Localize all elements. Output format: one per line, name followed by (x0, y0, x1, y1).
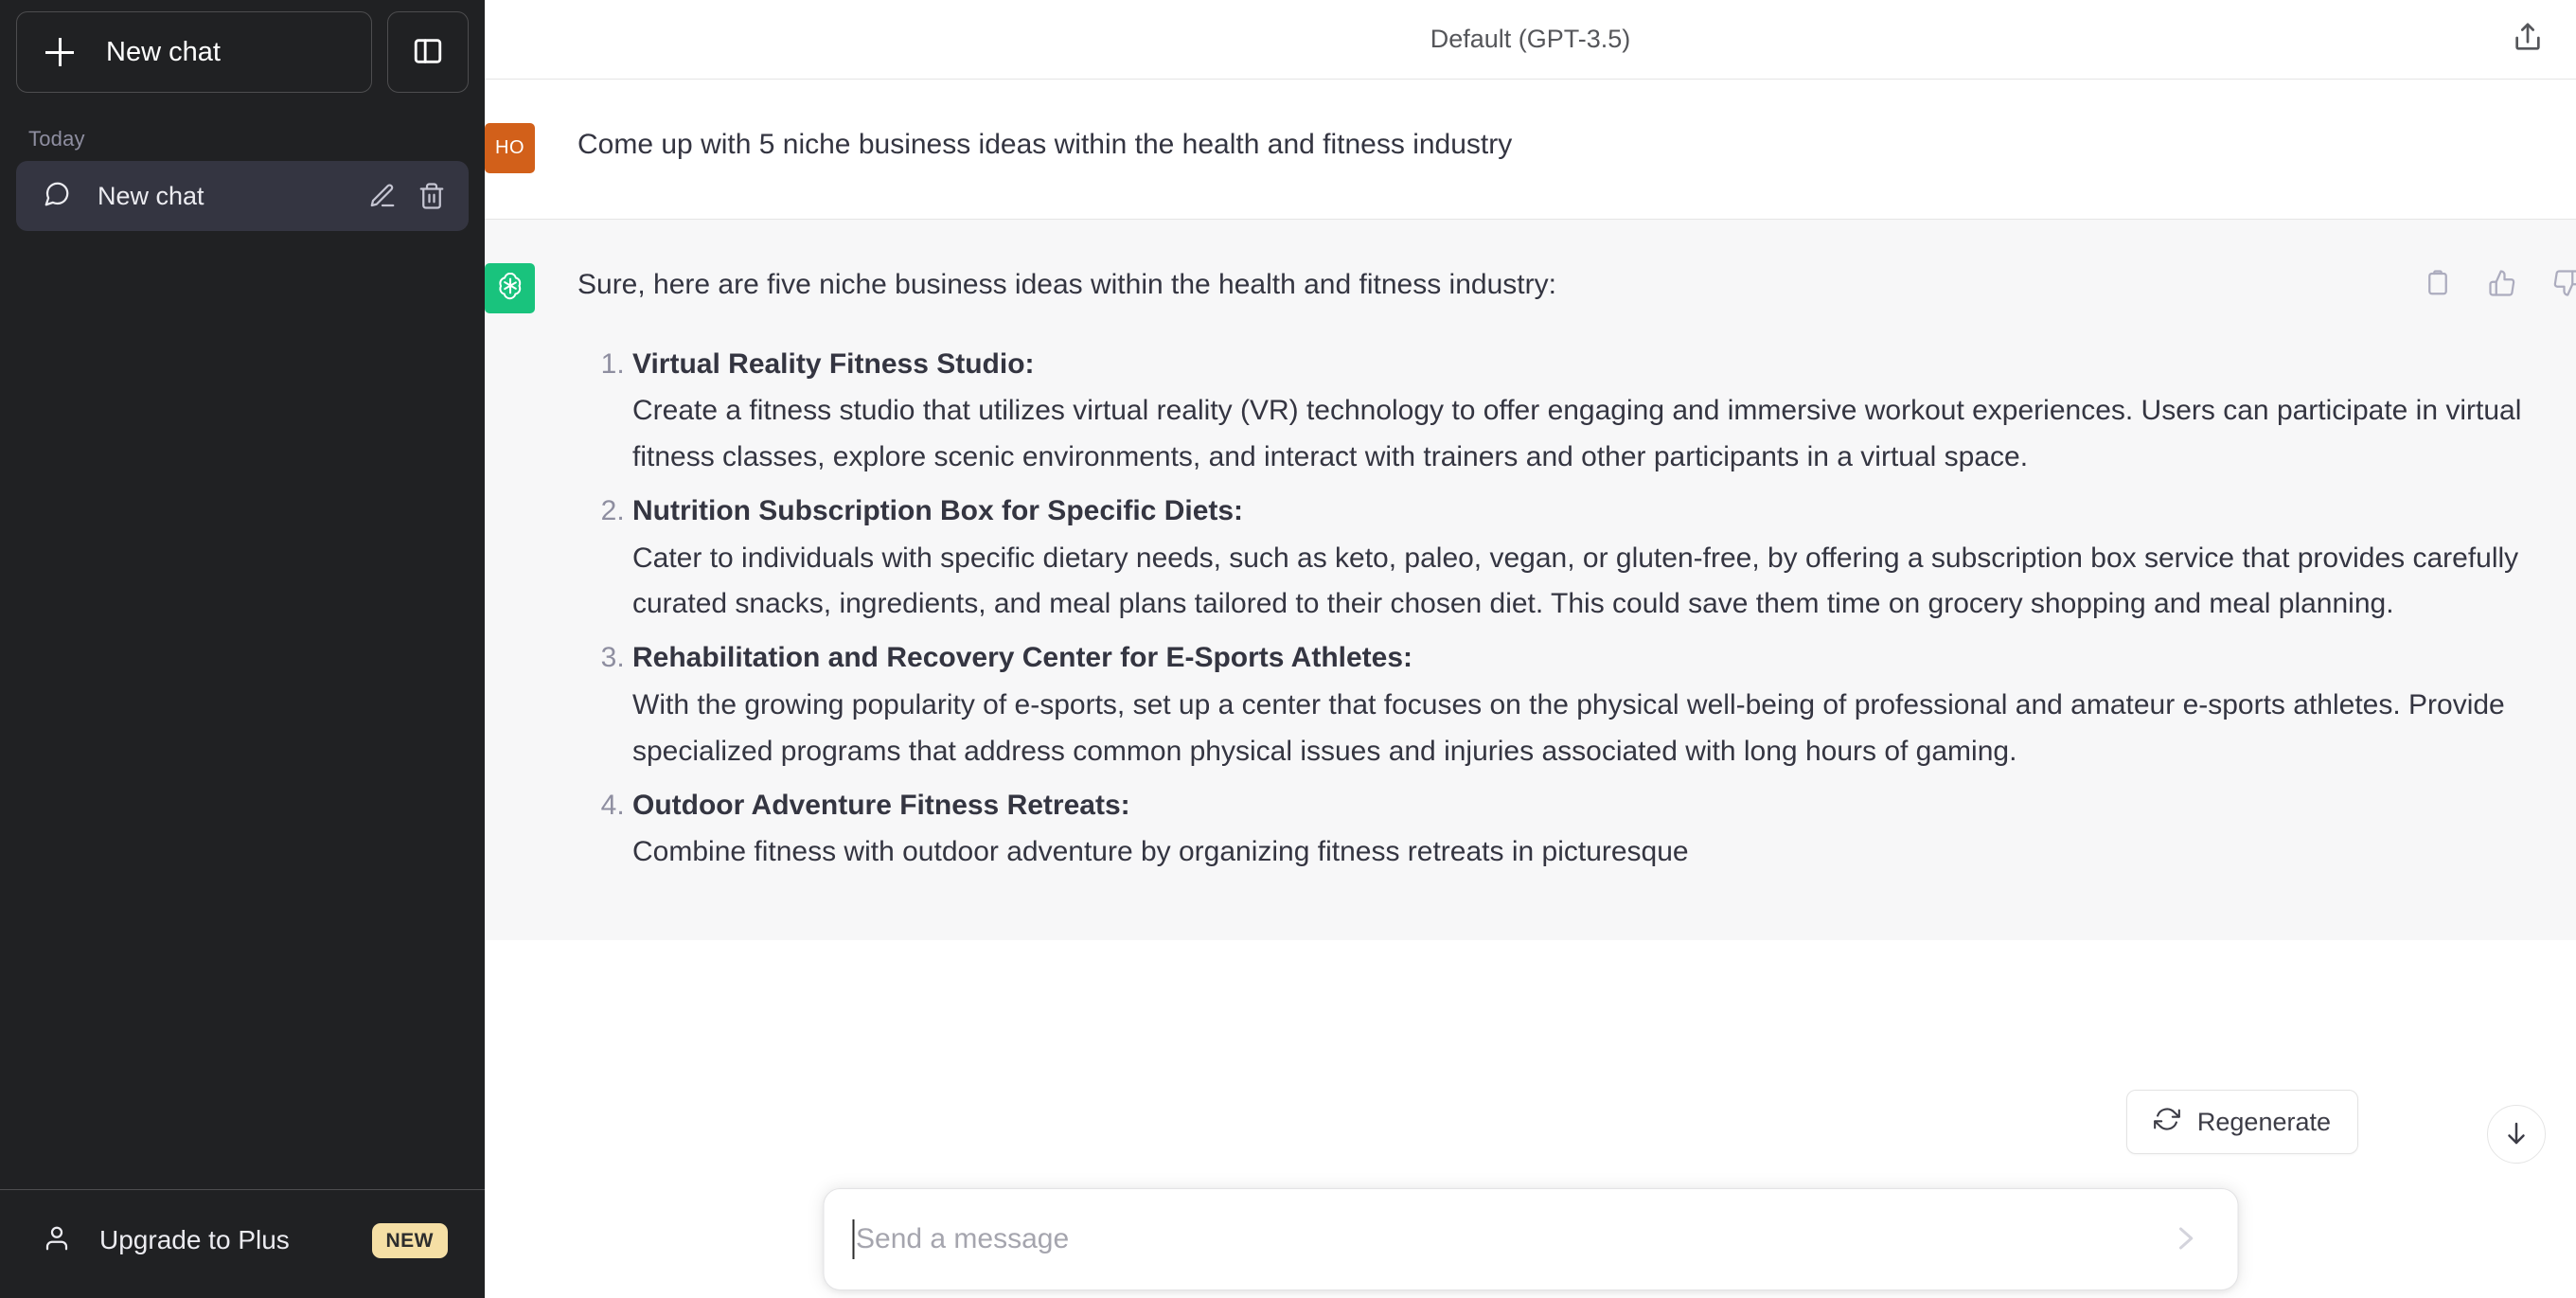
regenerate-label: Regenerate (2197, 1108, 2331, 1137)
avatar-user: HO (485, 123, 535, 173)
thumbs-down-button[interactable] (2548, 265, 2576, 303)
sidebar: New chat Today New chat (0, 0, 485, 1298)
list-item: Outdoor Adventure Fitness Retreats: Comb… (632, 783, 2576, 876)
message-row-user: HO Come up with 5 niche business ideas w… (485, 80, 2576, 220)
message-inner: Sure, here are five niche business ideas… (485, 220, 2576, 940)
idea-title: Outdoor Adventure Fitness Retreats: (632, 783, 2576, 827)
list-item: Nutrition Subscription Box for Specific … (632, 489, 2576, 628)
chat-item-actions (368, 182, 446, 210)
chat-list-item-active[interactable]: New chat (16, 161, 469, 231)
edit-chat-button[interactable] (368, 182, 397, 210)
idea-description: With the growing popularity of e-sports,… (632, 683, 2576, 775)
toggle-sidebar-button[interactable] (387, 11, 469, 93)
idea-title: Rehabilitation and Recovery Center for E… (632, 635, 2576, 680)
message-action-buttons (2419, 265, 2576, 303)
message-input[interactable] (856, 1213, 2171, 1266)
list-item: Virtual Reality Fitness Studio: Create a… (632, 342, 2576, 481)
list-item: Rehabilitation and Recovery Center for E… (632, 635, 2576, 774)
message-body-assistant: Sure, here are five niche business ideas… (577, 263, 2576, 883)
message-composer[interactable] (823, 1188, 2238, 1290)
sidebar-panel-icon (412, 35, 444, 70)
idea-description: Create a fitness studio that utilizes vi… (632, 388, 2576, 481)
top-bar: Default (GPT-3.5) (485, 0, 2576, 80)
send-arrow-icon (2171, 1224, 2199, 1255)
model-title: Default (GPT-3.5) (1430, 25, 1631, 54)
share-button[interactable] (2500, 12, 2555, 67)
idea-description: Combine fitness with outdoor adventure b… (632, 829, 2576, 876)
chatgpt-app: New chat Today New chat (0, 0, 2576, 1298)
regenerate-button[interactable]: Regenerate (2126, 1090, 2358, 1154)
ideas-list: Virtual Reality Fitness Studio: Create a… (577, 342, 2576, 876)
avatar-assistant (485, 263, 535, 313)
message-row-assistant: Sure, here are five niche business ideas… (485, 220, 2576, 940)
user-message-text: Come up with 5 niche business ideas with… (577, 123, 2576, 166)
upgrade-to-plus-button[interactable]: Upgrade to Plus NEW (16, 1203, 469, 1277)
delete-chat-button[interactable] (417, 182, 446, 210)
text-caret (852, 1219, 854, 1259)
plus-icon (45, 38, 74, 66)
upgrade-label: Upgrade to Plus (99, 1225, 344, 1255)
refresh-icon (2154, 1106, 2180, 1139)
user-icon (43, 1224, 71, 1257)
thumbs-up-icon (2488, 269, 2516, 300)
message-body-user: Come up with 5 niche business ideas with… (577, 123, 2576, 173)
new-badge: NEW (372, 1223, 449, 1258)
chat-list-item-title: New chat (98, 182, 342, 211)
sidebar-header: New chat (0, 0, 485, 93)
copy-button[interactable] (2419, 265, 2457, 303)
arrow-down-icon (2502, 1119, 2531, 1150)
sidebar-footer: Upgrade to Plus NEW (0, 1189, 485, 1298)
chat-bubble-icon (43, 180, 71, 213)
chat-history-list: New chat (0, 161, 485, 231)
idea-description: Cater to individuals with specific dieta… (632, 536, 2576, 629)
sidebar-section-today: Today (0, 93, 485, 161)
assistant-intro-text: Sure, here are five niche business ideas… (577, 263, 2576, 306)
message-inner: HO Come up with 5 niche business ideas w… (485, 80, 2576, 219)
openai-logo-icon (493, 269, 527, 308)
main-panel: Default (GPT-3.5) HO Come up with 5 nic (485, 0, 2576, 1298)
new-chat-label: New chat (106, 37, 221, 68)
send-button[interactable] (2159, 1214, 2211, 1265)
idea-title: Virtual Reality Fitness Studio: (632, 342, 2576, 386)
thumbs-up-button[interactable] (2483, 265, 2521, 303)
copy-icon (2424, 269, 2452, 300)
idea-title: Nutrition Subscription Box for Specific … (632, 489, 2576, 533)
new-chat-button[interactable]: New chat (16, 11, 372, 93)
thumbs-down-icon (2552, 269, 2576, 300)
share-icon (2512, 22, 2544, 57)
scroll-to-bottom-button[interactable] (2487, 1105, 2546, 1164)
